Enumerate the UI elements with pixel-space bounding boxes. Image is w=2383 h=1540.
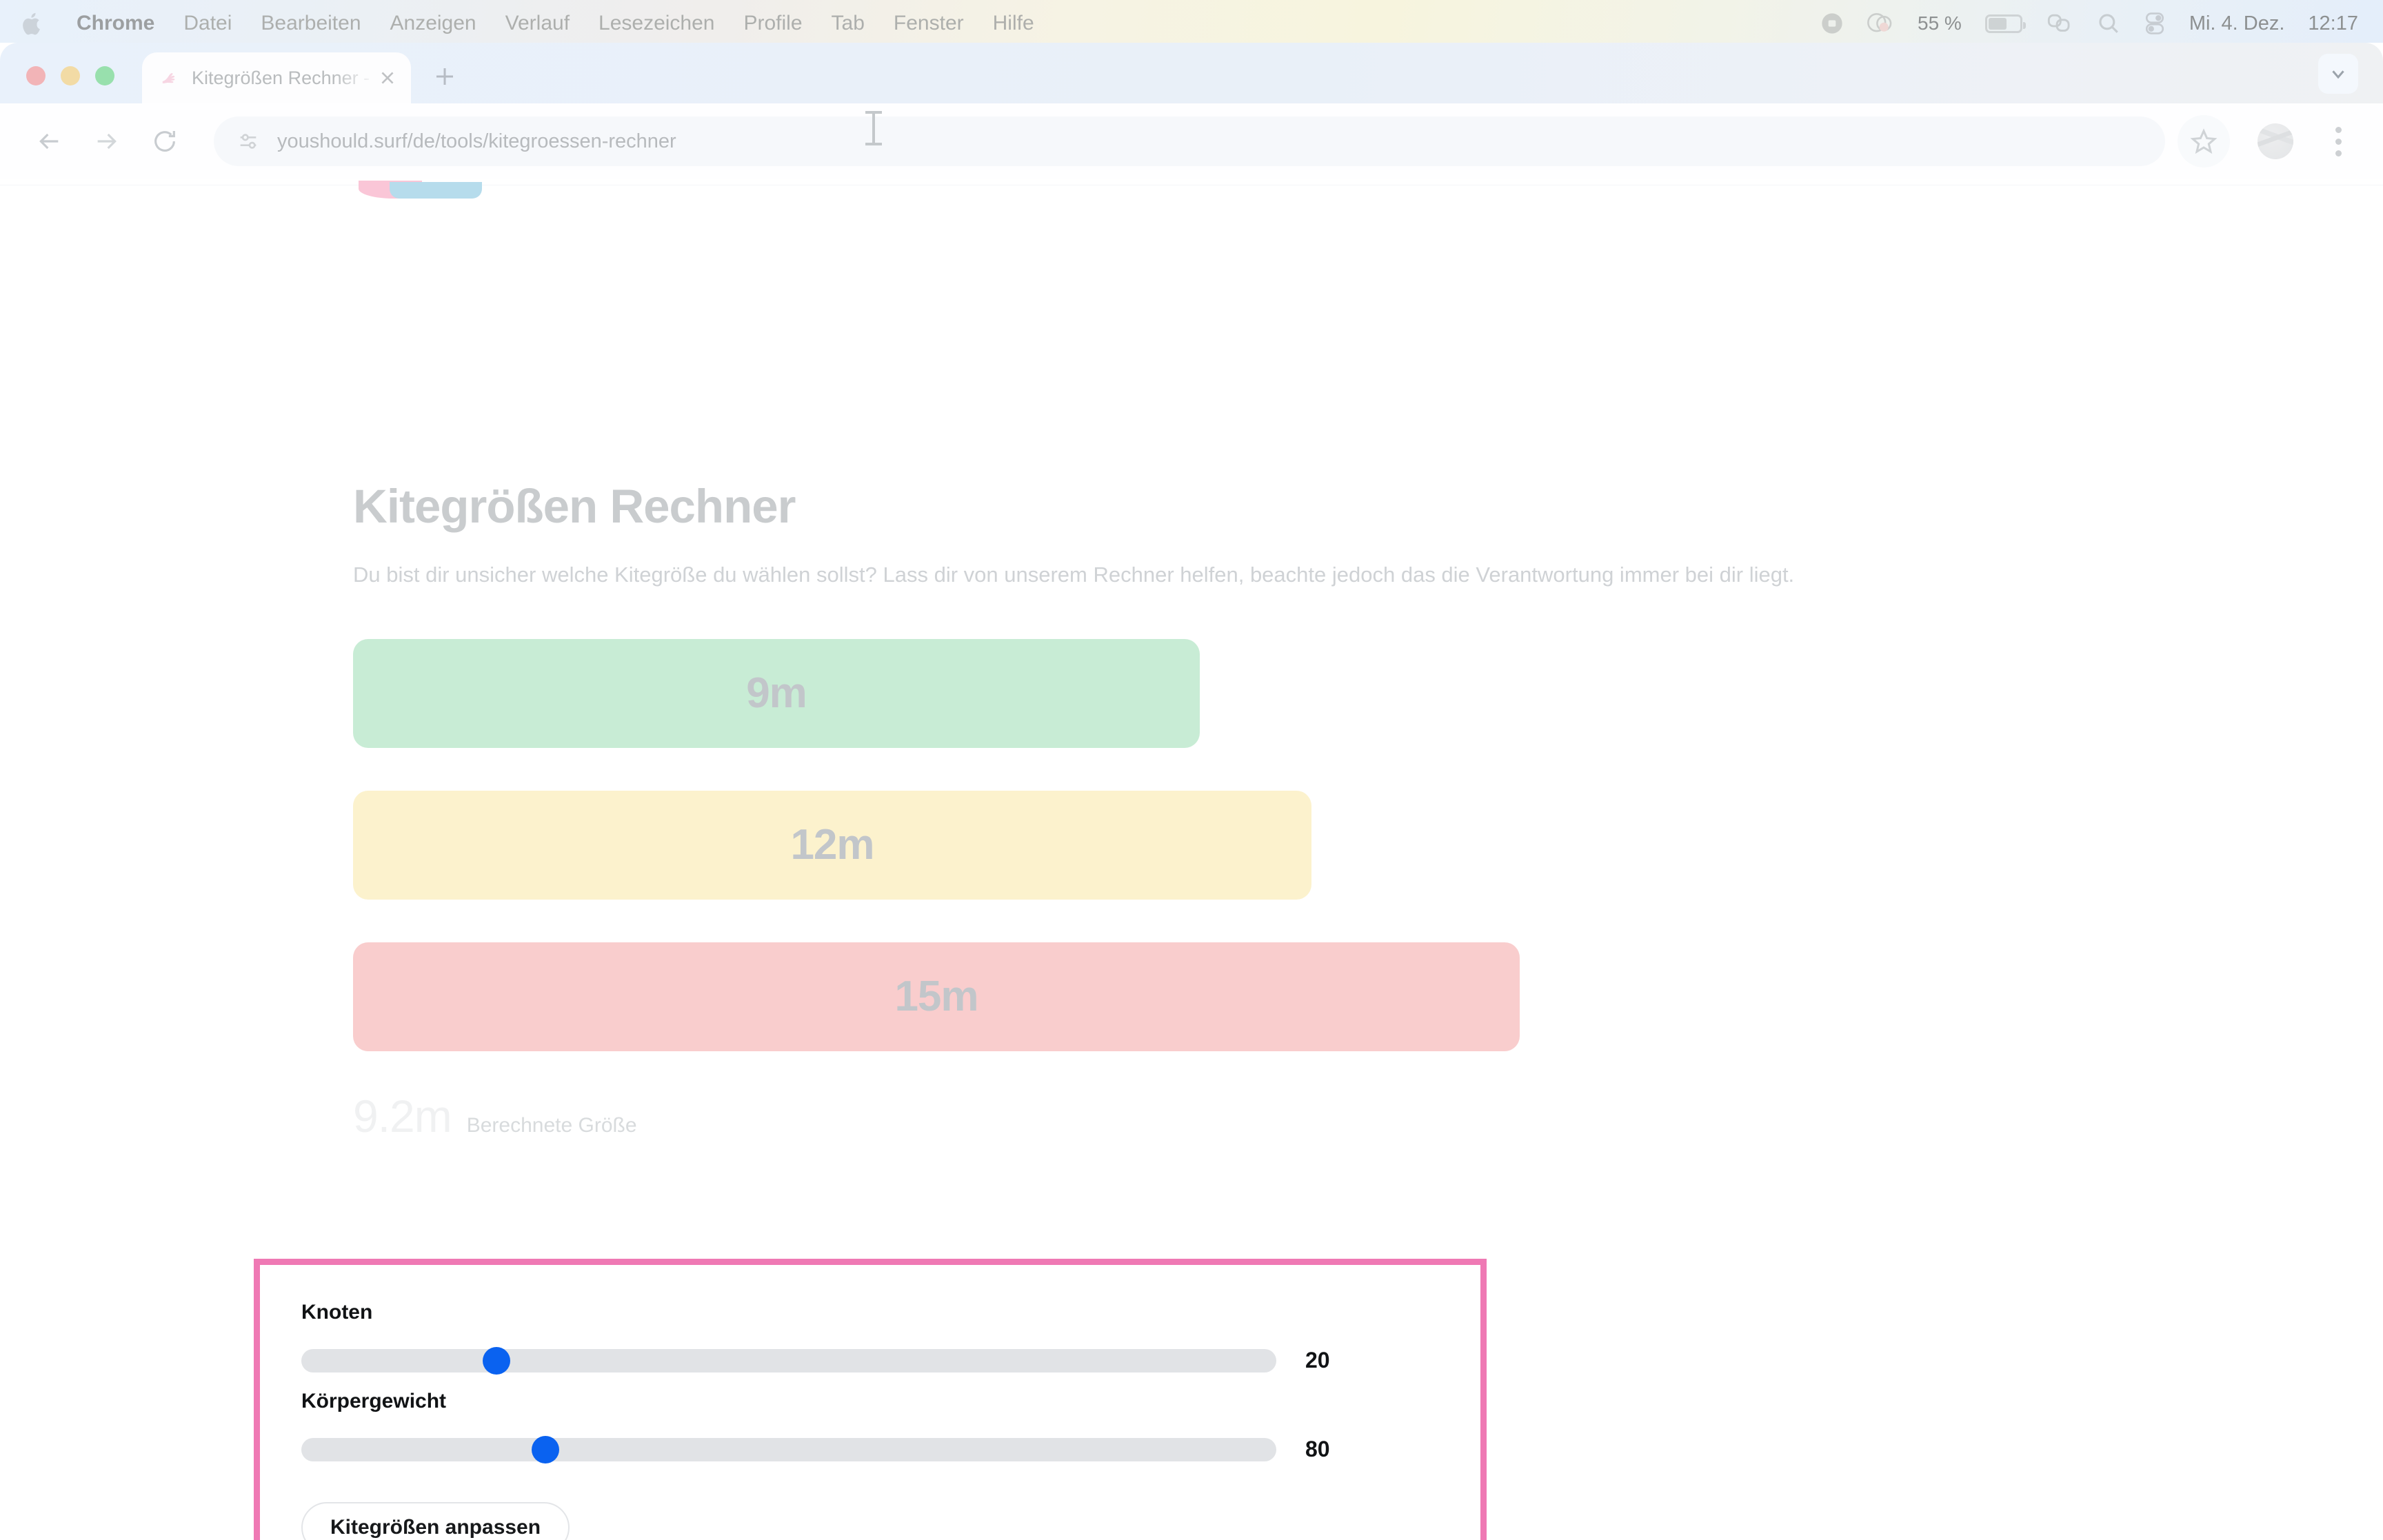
window-minimize-button[interactable] [61, 66, 80, 85]
koerpergewicht-slider[interactable] [301, 1435, 1276, 1463]
browser-tab-active[interactable]: Kitegrößen Rechner - YouShc [142, 52, 411, 103]
knoten-slider[interactable] [301, 1346, 1276, 1375]
battery-icon[interactable] [1984, 14, 2026, 33]
screen-mirroring-icon[interactable] [1867, 12, 1894, 35]
slider-label-knoten: Knoten [301, 1301, 373, 1324]
spotlight-search-icon[interactable] [2097, 12, 2120, 35]
arrow-left-icon[interactable] [23, 116, 74, 167]
menu-item-anzeigen[interactable]: Anzeigen [376, 12, 491, 35]
knoten-slider-thumb[interactable] [482, 1346, 510, 1375]
menu-bar-date[interactable]: Mi. 4. Dez. [2189, 12, 2285, 35]
arrow-right-icon[interactable] [81, 116, 132, 167]
chevron-down-icon[interactable] [2318, 54, 2358, 94]
url-text: youshould.surf/de/tools/kitegroessen-rec… [277, 130, 676, 152]
menu-bar-status-area: 55 % Mi. 4. Dez. 12:17 [1798, 12, 2383, 35]
menu-bar-clock[interactable]: 12:17 [2308, 12, 2358, 35]
window-close-button[interactable] [26, 66, 46, 85]
menu-item-profile[interactable]: Profile [730, 12, 817, 35]
tab-title: Kitegrößen Rechner - YouShc [192, 67, 375, 88]
reload-icon[interactable] [139, 116, 190, 167]
page-viewport: Kitegrößen Rechner Du bist dir unsicher … [0, 179, 2383, 1540]
knoten-slider-value: 20 [1305, 1348, 1330, 1372]
window-traffic-lights [0, 66, 114, 103]
page-content: Kitegrößen Rechner Du bist dir unsicher … [0, 179, 2383, 1142]
browser-toolbar: youshould.surf/de/tools/kitegroessen-rec… [0, 103, 2383, 179]
kite-size-bar-9m[interactable]: 9m [353, 638, 1200, 748]
apple-logo-icon[interactable] [21, 10, 44, 37]
screen-record-stop-icon[interactable] [1821, 12, 1843, 34]
profile-avatar[interactable] [2258, 123, 2293, 159]
kite-size-bars: 9m 12m 15m [353, 638, 2383, 1051]
decorative-blue-pill [390, 182, 482, 199]
menu-item-lesezeichen[interactable]: Lesezeichen [584, 12, 729, 35]
menu-item-fenster[interactable]: Fenster [879, 12, 978, 35]
controls-inner: Knoten 20 Körpergewicht 80 Kitegrößen an… [260, 1265, 1480, 1540]
hero-scroll-remnant [0, 179, 2383, 207]
text-cursor [865, 111, 882, 145]
slider-row-koerpergewicht: 80 [301, 1435, 1439, 1463]
kite-size-bar-15m[interactable]: 15m [353, 942, 1520, 1051]
menu-bar-items: Chrome Datei Bearbeiten Anzeigen Verlauf… [0, 10, 1049, 37]
calculated-size-value: 9.2m [353, 1090, 452, 1142]
new-tab-button[interactable] [423, 55, 466, 98]
menu-item-bearbeiten[interactable]: Bearbeiten [246, 12, 375, 35]
kite-size-bar-label: 12m [790, 821, 874, 869]
star-icon[interactable] [2178, 115, 2230, 168]
calculated-size-row: 9.2m Berechnete Größe [353, 1090, 2383, 1142]
menu-item-tab[interactable]: Tab [817, 12, 879, 35]
koerpergewicht-slider-value: 80 [1305, 1437, 1330, 1461]
tab-strip: Kitegrößen Rechner - YouShc [0, 43, 2383, 103]
menu-item-datei[interactable]: Datei [169, 12, 246, 35]
tune-site-settings-icon[interactable] [233, 126, 263, 156]
menu-item-hilfe[interactable]: Hilfe [978, 12, 1049, 35]
adjust-kite-sizes-button[interactable]: Kitegrößen anpassen [301, 1502, 570, 1540]
close-icon[interactable] [375, 65, 400, 90]
chrome-browser-window: Kitegrößen Rechner - YouShc [0, 43, 2383, 1540]
os-menu-bar: Chrome Datei Bearbeiten Anzeigen Verlauf… [0, 0, 2383, 47]
menu-item-chrome[interactable]: Chrome [62, 12, 169, 35]
slider-label-koerpergewicht: Körpergewicht [301, 1390, 447, 1412]
kite-size-bar-label: 15m [894, 973, 978, 1021]
control-center-icon[interactable] [2144, 12, 2166, 35]
koerpergewicht-slider-thumb[interactable] [531, 1435, 559, 1463]
slider-row-knoten: 20 [301, 1346, 1439, 1375]
address-bar[interactable]: youshould.surf/de/tools/kitegroessen-rec… [214, 111, 2165, 166]
three-dot-menu-icon[interactable] [2317, 120, 2360, 163]
kite-size-bar-label: 9m [746, 669, 807, 718]
page-subtitle: Du bist dir unsicher welche Kitegröße du… [353, 563, 1795, 587]
youshould-favicon [159, 66, 182, 90]
menu-item-verlauf[interactable]: Verlauf [491, 12, 584, 35]
battery-percent-label: 55 % [1918, 12, 1962, 34]
chain-link-icon[interactable] [2046, 12, 2073, 35]
kite-size-bar-12m[interactable]: 12m [353, 790, 1311, 900]
calculated-size-label: Berechnete Größe [466, 1113, 637, 1137]
kite-size-controls-panel: Knoten 20 Körpergewicht 80 Kitegrößen an… [254, 1259, 1487, 1540]
page-title: Kitegrößen Rechner [353, 480, 796, 533]
window-maximize-button[interactable] [95, 66, 114, 85]
